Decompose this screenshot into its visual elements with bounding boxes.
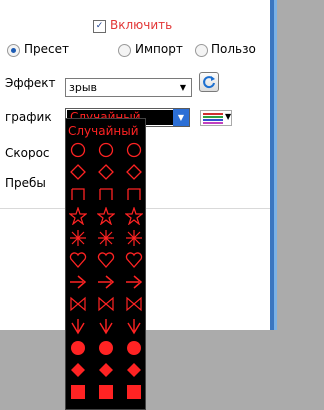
lotus-icon [71, 319, 85, 335]
refresh-button[interactable] [199, 72, 219, 92]
refresh-icon [203, 76, 215, 89]
dot-icon [99, 341, 113, 355]
swatch-line [203, 113, 223, 115]
filled-diamond-icon [99, 363, 113, 377]
preset-radio[interactable] [7, 44, 20, 57]
color-picker[interactable]: ▼ [200, 110, 232, 126]
bowtie-icon [126, 296, 142, 312]
custom-label[interactable]: Пользо [211, 42, 256, 56]
heart-icon [69, 252, 87, 268]
star-icon [97, 207, 115, 225]
chevron-down-icon[interactable]: ▼ [175, 79, 191, 96]
shape-option-square[interactable] [66, 185, 145, 203]
lotus-icon [99, 319, 113, 335]
shape-option-bowtie[interactable] [66, 295, 145, 313]
swatch-line [203, 122, 223, 124]
effect-value: зрыв [69, 81, 97, 94]
shape-option-heart[interactable] [66, 251, 145, 269]
arrow-icon [126, 275, 143, 289]
effect-label: Эффект [5, 76, 56, 90]
shape-option-filled-diamond[interactable] [66, 361, 145, 379]
graphic-dropdown-list[interactable]: Случайный [65, 118, 146, 410]
chevron-down-icon: ▼ [225, 112, 232, 121]
star-icon [69, 207, 87, 225]
enable-checkbox[interactable]: ✓ [93, 20, 106, 33]
circle-icon [98, 142, 114, 158]
arrow-icon [70, 275, 87, 289]
burst-icon [126, 230, 142, 246]
stay-label: Пребы [5, 176, 46, 190]
burst-icon [98, 230, 114, 246]
burst-icon [70, 230, 86, 246]
shape-option-lotus[interactable] [66, 317, 145, 335]
import-radio[interactable] [118, 44, 131, 57]
enable-label[interactable]: Включить [110, 18, 172, 32]
speed-label: Скорос [5, 146, 50, 160]
dot-icon [71, 341, 85, 355]
diamond-icon [98, 164, 114, 180]
shape-option-dot[interactable] [66, 339, 145, 357]
dropdown-header[interactable]: Случайный [66, 124, 145, 140]
shape-option-diamond[interactable] [66, 163, 145, 181]
background-strip [277, 0, 324, 410]
shape-option-burst[interactable] [66, 229, 145, 247]
square-icon [71, 188, 85, 200]
swatch-line [203, 116, 223, 118]
circle-icon [126, 142, 142, 158]
effect-select[interactable]: зрыв ▼ [65, 78, 192, 97]
shape-option-arrow[interactable] [66, 273, 145, 291]
square-icon [127, 188, 141, 200]
lotus-icon [127, 319, 141, 335]
square-icon [99, 188, 113, 200]
circle-icon [70, 142, 86, 158]
filled-diamond-icon [127, 363, 141, 377]
graphic-label: график [5, 110, 52, 124]
bowtie-icon [98, 296, 114, 312]
chevron-down-icon[interactable]: ▼ [173, 109, 189, 126]
shape-option-circle[interactable] [66, 141, 145, 159]
filled-square-icon [127, 385, 141, 399]
bowtie-icon [70, 296, 86, 312]
heart-icon [125, 252, 143, 268]
swatch-line [203, 119, 223, 121]
dot-icon [127, 341, 141, 355]
diamond-icon [126, 164, 142, 180]
arrow-icon [98, 275, 115, 289]
preset-label[interactable]: Пресет [24, 42, 69, 56]
shape-option-star[interactable] [66, 207, 145, 225]
filled-square-icon [99, 385, 113, 399]
star-icon [125, 207, 143, 225]
filled-diamond-icon [71, 363, 85, 377]
heart-icon [97, 252, 115, 268]
diamond-icon [70, 164, 86, 180]
shape-option-filled-square[interactable] [66, 383, 145, 401]
filled-square-icon [71, 385, 85, 399]
import-label[interactable]: Импорт [135, 42, 183, 56]
custom-radio[interactable] [195, 44, 208, 57]
